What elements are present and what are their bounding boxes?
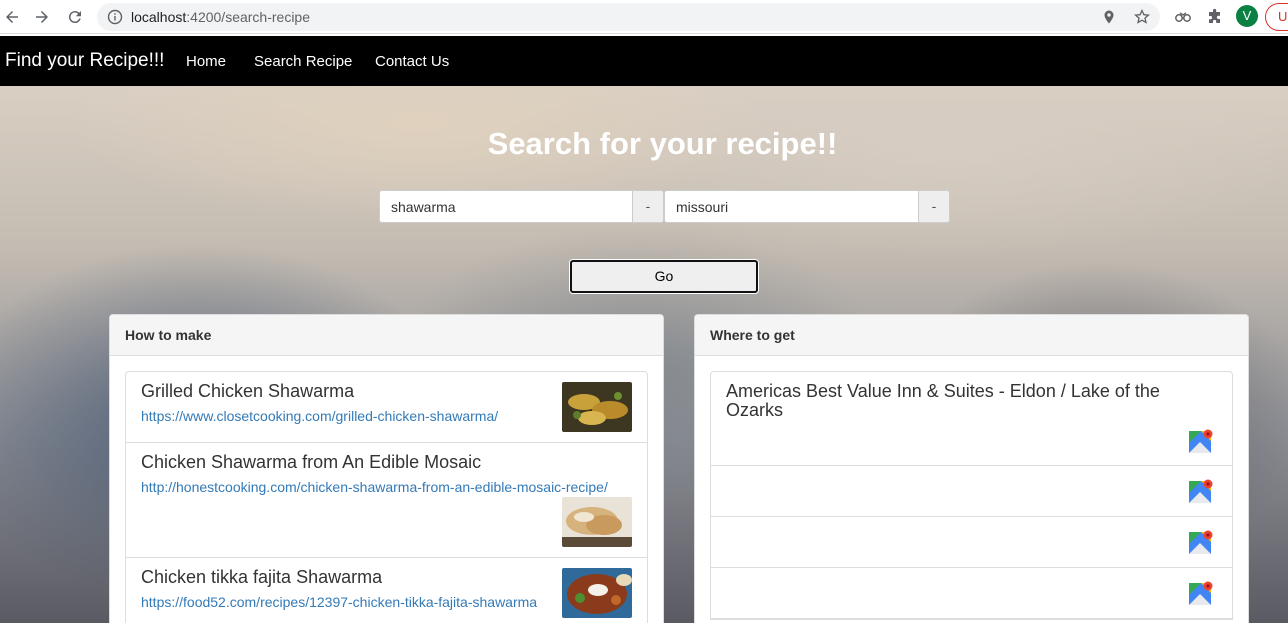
list-item: Chicken tikka fajita Shawarma https://fo…	[126, 558, 647, 623]
back-arrow-icon[interactable]	[1, 6, 23, 28]
recipe-title: Chicken Shawarma from An Edible Mosaic	[141, 452, 482, 472]
update-button[interactable]: Up	[1265, 3, 1288, 31]
forward-arrow-icon[interactable]	[31, 6, 53, 28]
recipe-search-input[interactable]	[379, 190, 633, 223]
where-to-get-panel: Where to get Americas Best Value Inn & S…	[694, 314, 1249, 623]
recipe-thumbnail	[562, 568, 632, 618]
place-list: Americas Best Value Inn & Suites - Eldon…	[710, 371, 1233, 620]
bookmark-star-icon[interactable]	[1134, 9, 1150, 25]
list-item	[711, 466, 1232, 517]
list-item	[711, 517, 1232, 568]
recipe-link[interactable]: http://honestcooking.com/chicken-shawarm…	[141, 479, 632, 495]
recipe-input-group: -	[379, 190, 664, 223]
recipe-link[interactable]: https://food52.com/recipes/12397-chicken…	[141, 594, 632, 610]
recipe-thumbnail	[562, 382, 632, 432]
recipe-input-addon: -	[633, 190, 664, 223]
address-bar[interactable]: localhost:4200/search-recipe	[97, 3, 1160, 31]
location-search-input[interactable]	[664, 190, 919, 223]
list-item: Americas Best Value Inn & Suites - Eldon…	[711, 372, 1232, 466]
search-hero: Search for your recipe!! - - Go How to m…	[0, 86, 1288, 623]
recipe-link[interactable]: https://www.closetcooking.com/grilled-ch…	[141, 408, 632, 424]
how-to-make-heading: How to make	[110, 315, 663, 356]
go-button[interactable]: Go	[570, 260, 758, 293]
info-icon[interactable]	[107, 9, 123, 25]
google-maps-icon[interactable]	[1188, 428, 1214, 454]
page-title: Search for your recipe!!	[487, 126, 838, 161]
list-item: Chicken Shawarma from An Edible Mosaic h…	[126, 443, 647, 558]
recipe-list: Grilled Chicken Shawarma https://www.clo…	[125, 371, 648, 623]
browser-toolbar: localhost:4200/search-recipe V Up	[0, 0, 1288, 34]
google-maps-icon[interactable]	[1188, 529, 1214, 555]
recipe-title: Grilled Chicken Shawarma	[141, 381, 355, 401]
list-item: Grilled Chicken Shawarma https://www.clo…	[126, 372, 647, 443]
nav-search-recipe[interactable]: Search Recipe	[254, 53, 352, 70]
google-maps-icon[interactable]	[1188, 580, 1214, 606]
nav-home[interactable]: Home	[186, 53, 226, 70]
extension-glasses-icon[interactable]	[1174, 8, 1192, 26]
place-title: Americas Best Value Inn & Suites - Eldon…	[726, 381, 1160, 420]
location-input-addon: -	[919, 190, 950, 223]
recipe-title: Chicken tikka fajita Shawarma	[141, 567, 383, 587]
extensions-puzzle-icon[interactable]	[1206, 8, 1224, 26]
how-to-make-panel: How to make Grilled Chicken Shawarma htt…	[109, 314, 664, 623]
profile-avatar[interactable]: V	[1236, 5, 1258, 27]
list-item	[711, 568, 1232, 619]
where-to-get-heading: Where to get	[695, 315, 1248, 356]
location-input-group: -	[664, 190, 950, 223]
site-brand[interactable]: Find your Recipe!!!	[5, 50, 164, 72]
google-maps-icon[interactable]	[1188, 478, 1214, 504]
reload-icon[interactable]	[64, 6, 86, 28]
site-navbar: Find your Recipe!!! Home Search Recipe C…	[0, 36, 1288, 86]
nav-contact-us[interactable]: Contact Us	[375, 53, 449, 70]
url-text: localhost:4200/search-recipe	[131, 9, 311, 25]
location-pin-icon[interactable]	[1101, 9, 1117, 25]
recipe-thumbnail	[562, 497, 632, 547]
